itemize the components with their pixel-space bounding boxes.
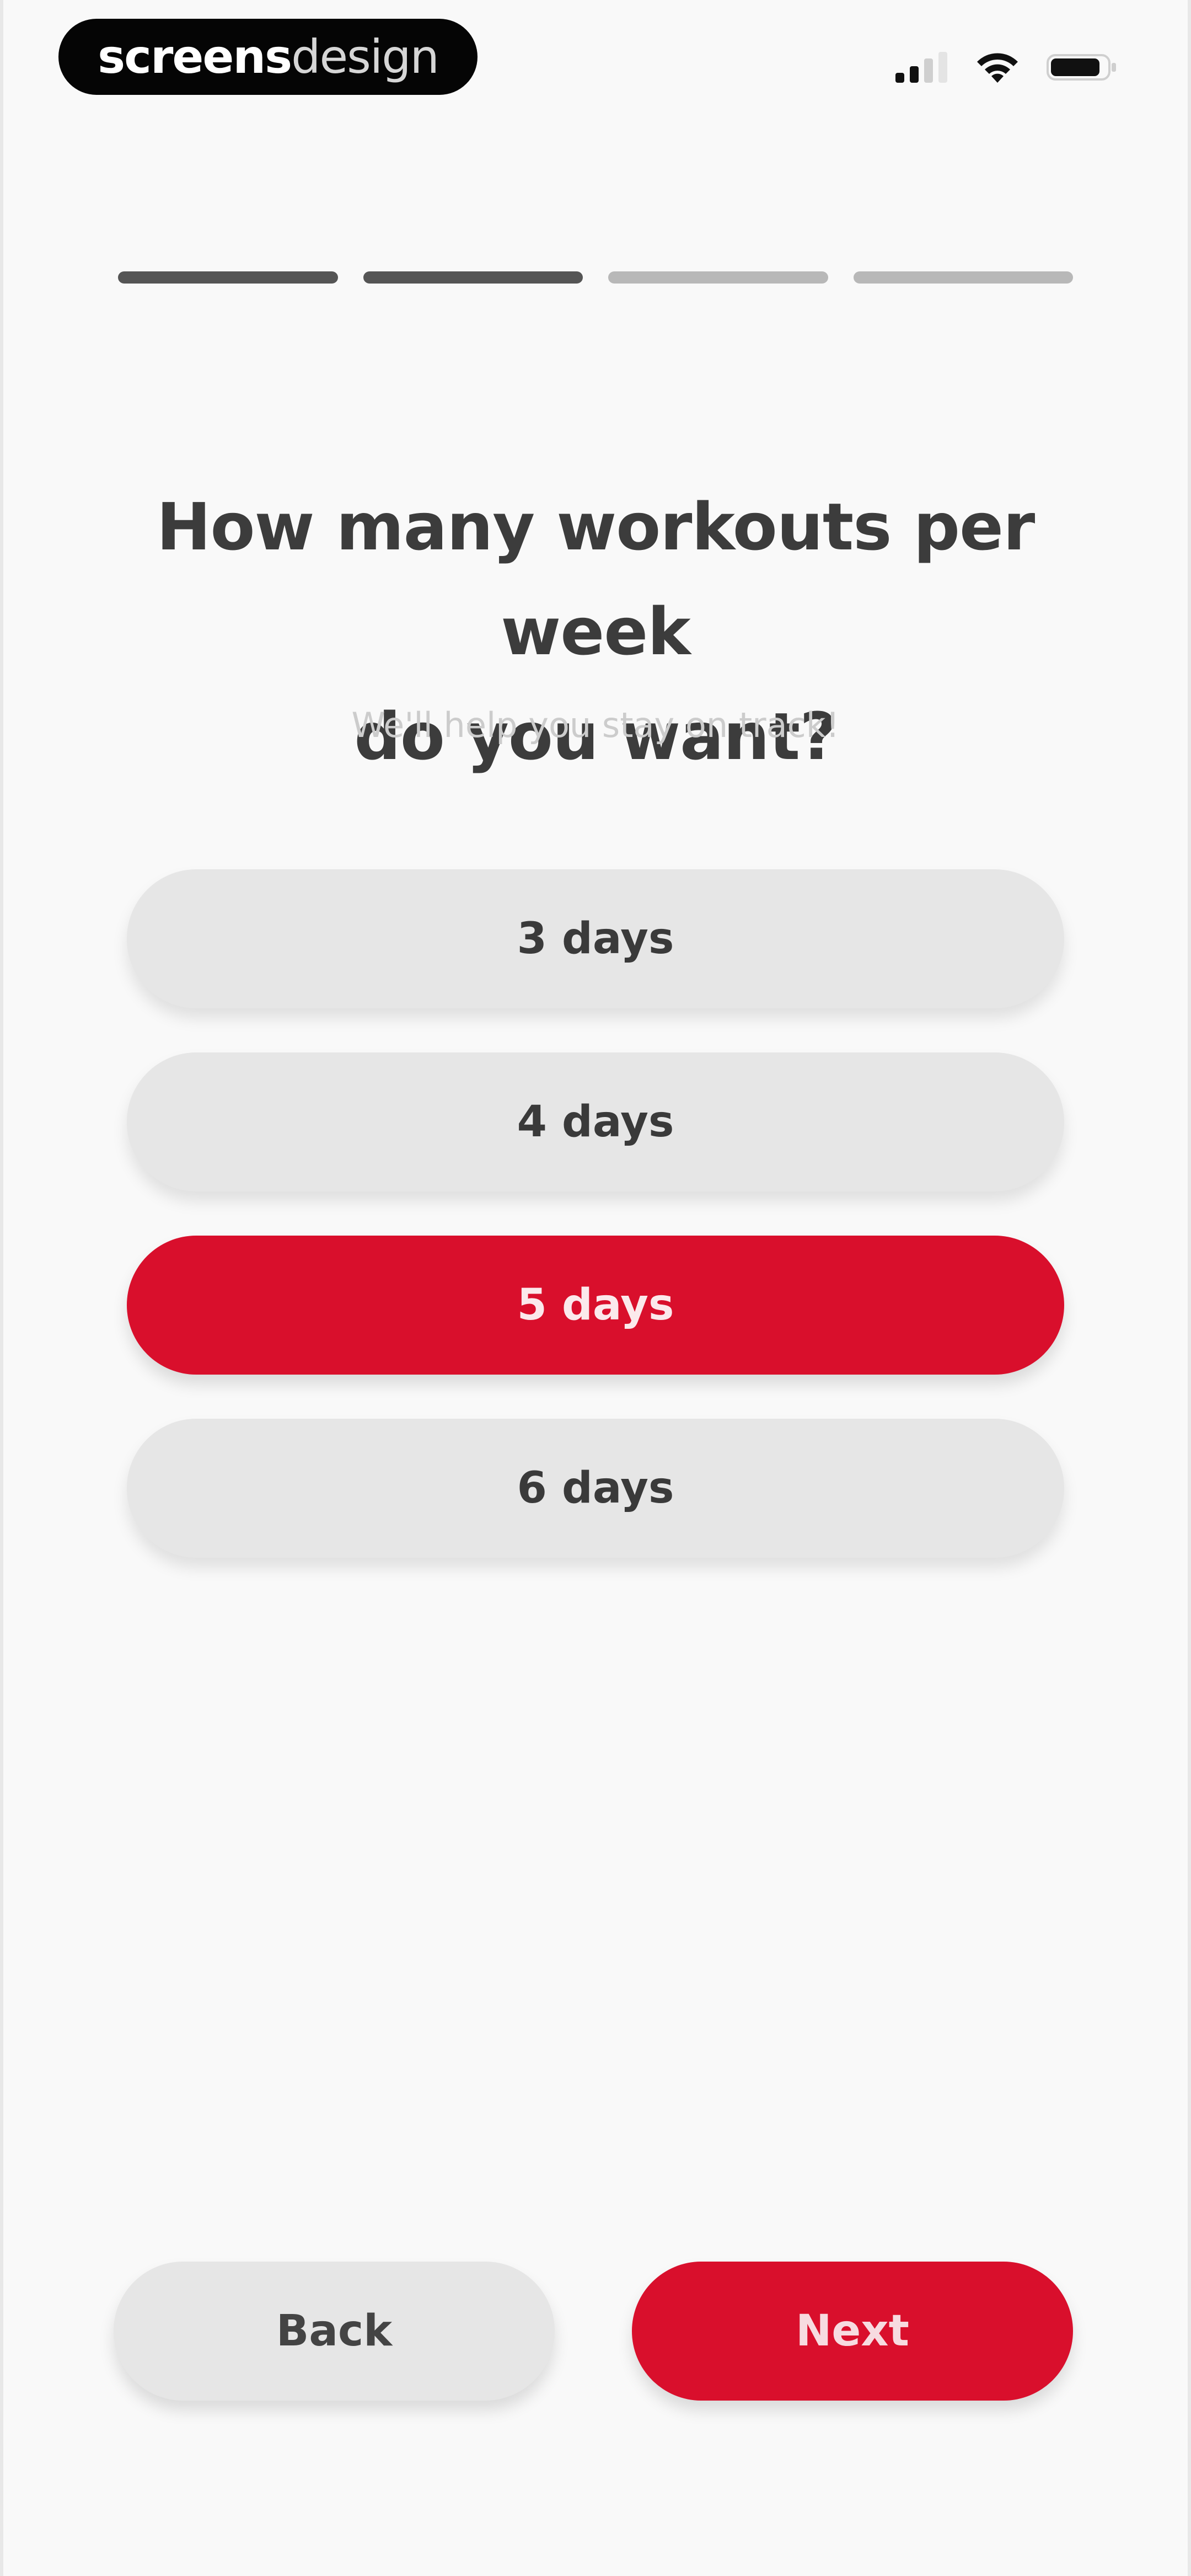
question-title-line1: How many workouts per week	[156, 489, 1036, 670]
option-5-days[interactable]: 5 days	[127, 1236, 1064, 1375]
workout-frequency-options: 3 days 4 days 5 days 6 days	[127, 869, 1064, 1558]
back-button[interactable]: Back	[114, 2262, 555, 2401]
next-button[interactable]: Next	[632, 2262, 1073, 2401]
onboarding-progress	[118, 271, 1073, 284]
screensdesign-logo: screensdesign	[58, 19, 478, 95]
signal-icon	[895, 52, 948, 83]
battery-icon	[1047, 52, 1118, 83]
option-6-days[interactable]: 6 days	[127, 1419, 1064, 1558]
brand-wordmark: screensdesign	[98, 34, 439, 80]
question-subtitle: We'll help you stay on track!	[351, 705, 840, 745]
footer-actions: Back Next	[114, 2262, 1073, 2404]
option-4-days[interactable]: 4 days	[127, 1052, 1064, 1191]
option-3-days[interactable]: 3 days	[127, 869, 1064, 1008]
brand-light: design	[291, 30, 439, 84]
progress-step-4	[853, 271, 1073, 284]
wifi-icon	[975, 50, 1020, 85]
brand-bold: screens	[98, 30, 292, 84]
progress-step-1	[118, 271, 338, 284]
progress-step-3	[608, 271, 828, 284]
progress-step-2	[363, 271, 583, 284]
status-icons	[895, 45, 1118, 89]
